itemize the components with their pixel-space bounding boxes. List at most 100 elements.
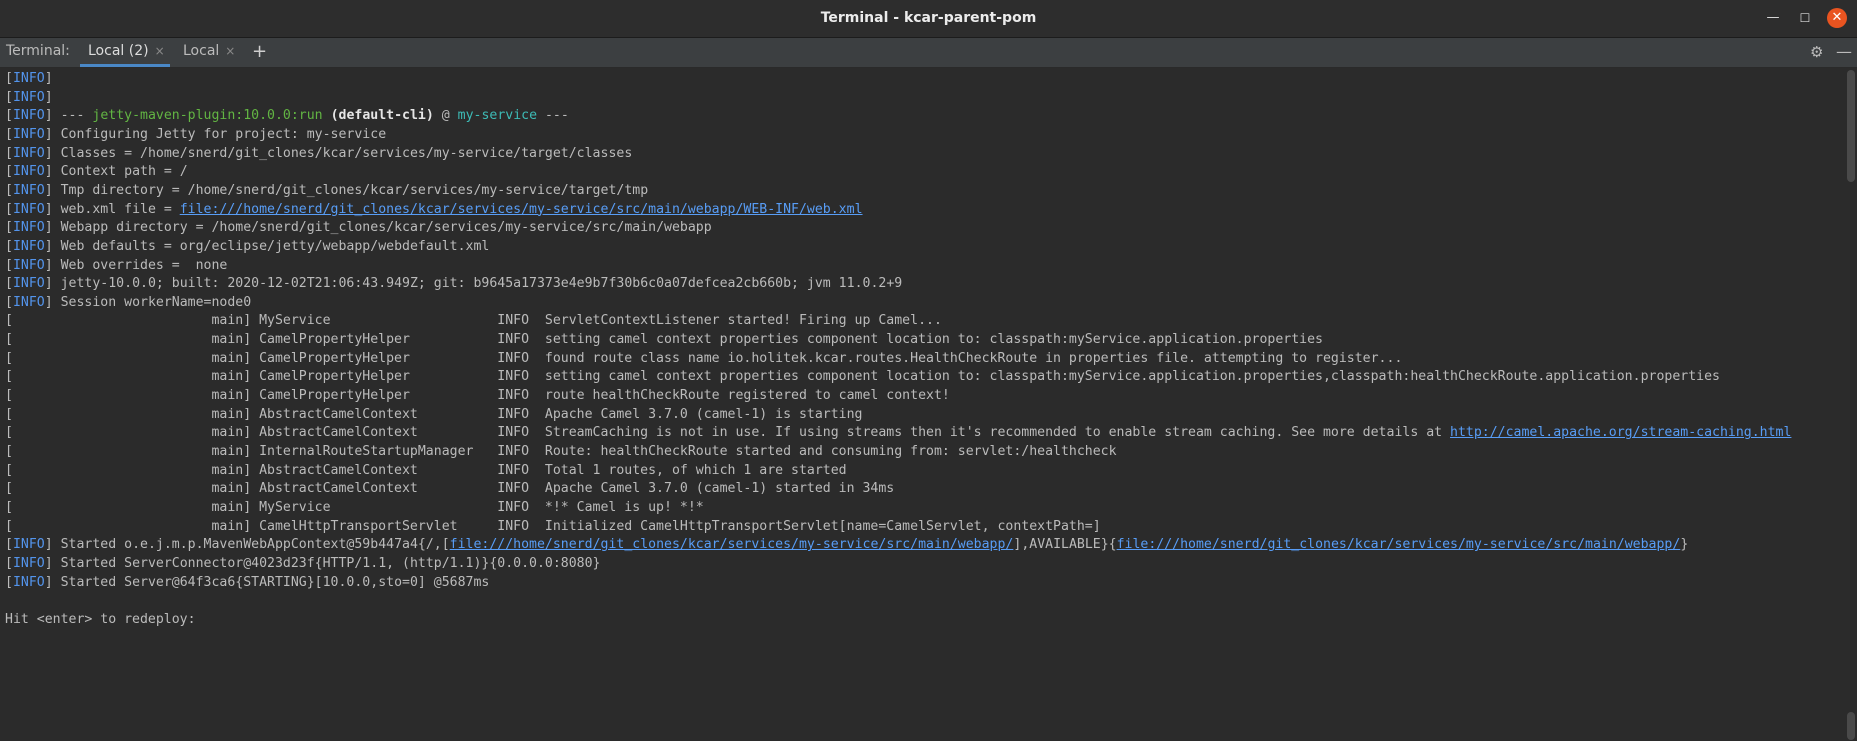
plugin-goal: jetty-maven-plugin:10.0.0:run [92,108,323,124]
log-level: INFO [497,313,545,329]
tab-local-2[interactable]: Local (2) × [80,38,170,67]
log-message: setting camel context properties compone… [544,332,1323,348]
log-level-tag: INFO [12,555,45,571]
doc-link[interactable]: http://camel.apache.org/stream-caching.h… [1450,425,1791,440]
log-level-tag: INFO [12,89,45,105]
bracket: ] [44,574,61,590]
bracket: [ [5,537,13,553]
log-message: Apache Camel 3.7.0 (camel-1) is starting [544,406,863,422]
log-level: INFO [497,444,545,459]
log-level: INFO [497,332,545,348]
file-link[interactable]: file:///home/snerd/git_clones/kcar/servi… [1117,537,1681,552]
log-message: Apache Camel 3.7.0 (camel-1) started in … [544,481,895,497]
prompt-text: Hit <enter> to redeploy: [5,611,196,627]
thread-pad: [ [5,313,212,329]
log-level-tag: INFO [12,257,45,273]
line-text: ],AVAILABLE}{ [1013,537,1117,553]
logger-name: InternalRouteStartupManager [259,444,498,459]
log-level-tag: INFO [12,238,45,254]
bracket: [ [5,294,13,310]
add-tab-icon[interactable]: + [252,38,267,65]
thread-name: main] [211,406,260,422]
window-title: Terminal - kcar-parent-pom [820,10,1037,26]
thread-pad: [ [5,388,212,404]
log-level: INFO [497,481,545,497]
log-level: INFO [497,406,545,422]
tab-close-icon[interactable]: × [155,44,165,58]
file-link[interactable]: file:///home/snerd/git_clones/kcar/servi… [450,537,1014,552]
gear-icon[interactable]: ⚙ [1810,38,1823,67]
thread-pad: [ [5,369,212,385]
execution-id: (default-cli) [330,108,434,124]
thread-pad: [ [5,425,212,441]
line-text: Tmp directory = /home/snerd/git_clones/k… [60,182,649,198]
thread-pad: [ [5,462,212,478]
at-sign: @ [433,108,458,124]
bracket: [ [5,238,13,254]
thread-pad: [ [5,481,212,497]
thread-name: main] [211,332,260,348]
terminal-output[interactable]: [INFO] [INFO] [INFO] --- jetty-maven-plu… [0,68,1845,741]
bracket: [ [5,574,13,590]
log-level: INFO [497,350,545,366]
log-level-tag: INFO [12,108,45,124]
thread-pad: [ [5,499,212,515]
bracket: ] [44,182,61,198]
log-level-tag: INFO [12,294,45,310]
thread-name: main] [211,462,260,478]
logger-name: CamelHttpTransportServlet [259,518,498,534]
thread-name: main] [211,425,260,441]
tab-local[interactable]: Local × [175,38,243,67]
logger-name: MyService [259,313,498,329]
bracket: ] [44,71,61,86]
bracket: ] [44,257,61,273]
line-text: Context path = / [60,164,188,180]
log-level: INFO [497,462,545,478]
thread-name: main] [211,518,260,534]
scrollbar-thumb[interactable] [1847,712,1855,740]
line-text: jetty-10.0.0; built: 2020-12-02T21:06:43… [60,276,903,292]
log-message: Route: healthCheckRoute started and cons… [544,444,1117,459]
logger-name: AbstractCamelContext [259,425,498,441]
bracket: [ [5,108,13,124]
log-level: INFO [497,369,545,385]
thread-pad: [ [5,350,212,366]
bracket: ] [44,555,61,571]
maximize-icon[interactable]: ☐ [1795,8,1815,28]
file-link[interactable]: file:///home/snerd/git_clones/kcar/servi… [180,202,863,217]
logger-name: MyService [259,499,498,515]
bracket: ] [44,294,61,310]
logger-name: CamelPropertyHelper [259,350,498,366]
bracket: ] [44,201,61,217]
logger-name: AbstractCamelContext [259,406,498,422]
tab-label: Local (2) [88,43,149,59]
bracket: ] [44,164,61,180]
log-message: setting camel context properties compone… [544,369,1720,385]
thread-name: main] [211,444,260,459]
line-text: Web overrides = none [60,257,228,273]
close-window-icon[interactable]: ✕ [1827,8,1847,28]
bracket: ] [44,276,61,292]
log-message: ServletContextListener started! Firing u… [544,313,942,329]
minimize-icon[interactable]: — [1763,8,1783,28]
log-level-tag: INFO [12,201,45,217]
log-level-tag: INFO [12,182,45,198]
line-text: web.xml file = [60,201,180,217]
window-titlebar: Terminal - kcar-parent-pom — ☐ ✕ [0,0,1857,38]
log-level: INFO [497,518,545,534]
scrollbar-marker[interactable] [1847,70,1855,182]
bracket: [ [5,182,13,198]
log-message: route healthCheckRoute registered to cam… [544,388,950,404]
bracket: [ [5,220,13,236]
log-level: INFO [497,499,545,515]
logger-name: CamelPropertyHelper [259,388,498,404]
tab-close-icon[interactable]: × [225,44,235,58]
bracket: [ [5,555,13,571]
hide-panel-icon[interactable]: — [1836,38,1852,65]
log-level-tag: INFO [12,126,45,142]
line-text: Started Server@64f3ca6{STARTING}[10.0.0,… [60,574,490,590]
bracket: ] [44,145,61,161]
bracket: ] [44,126,61,142]
log-level-tag: INFO [12,574,45,590]
bracket: ] [44,108,61,124]
